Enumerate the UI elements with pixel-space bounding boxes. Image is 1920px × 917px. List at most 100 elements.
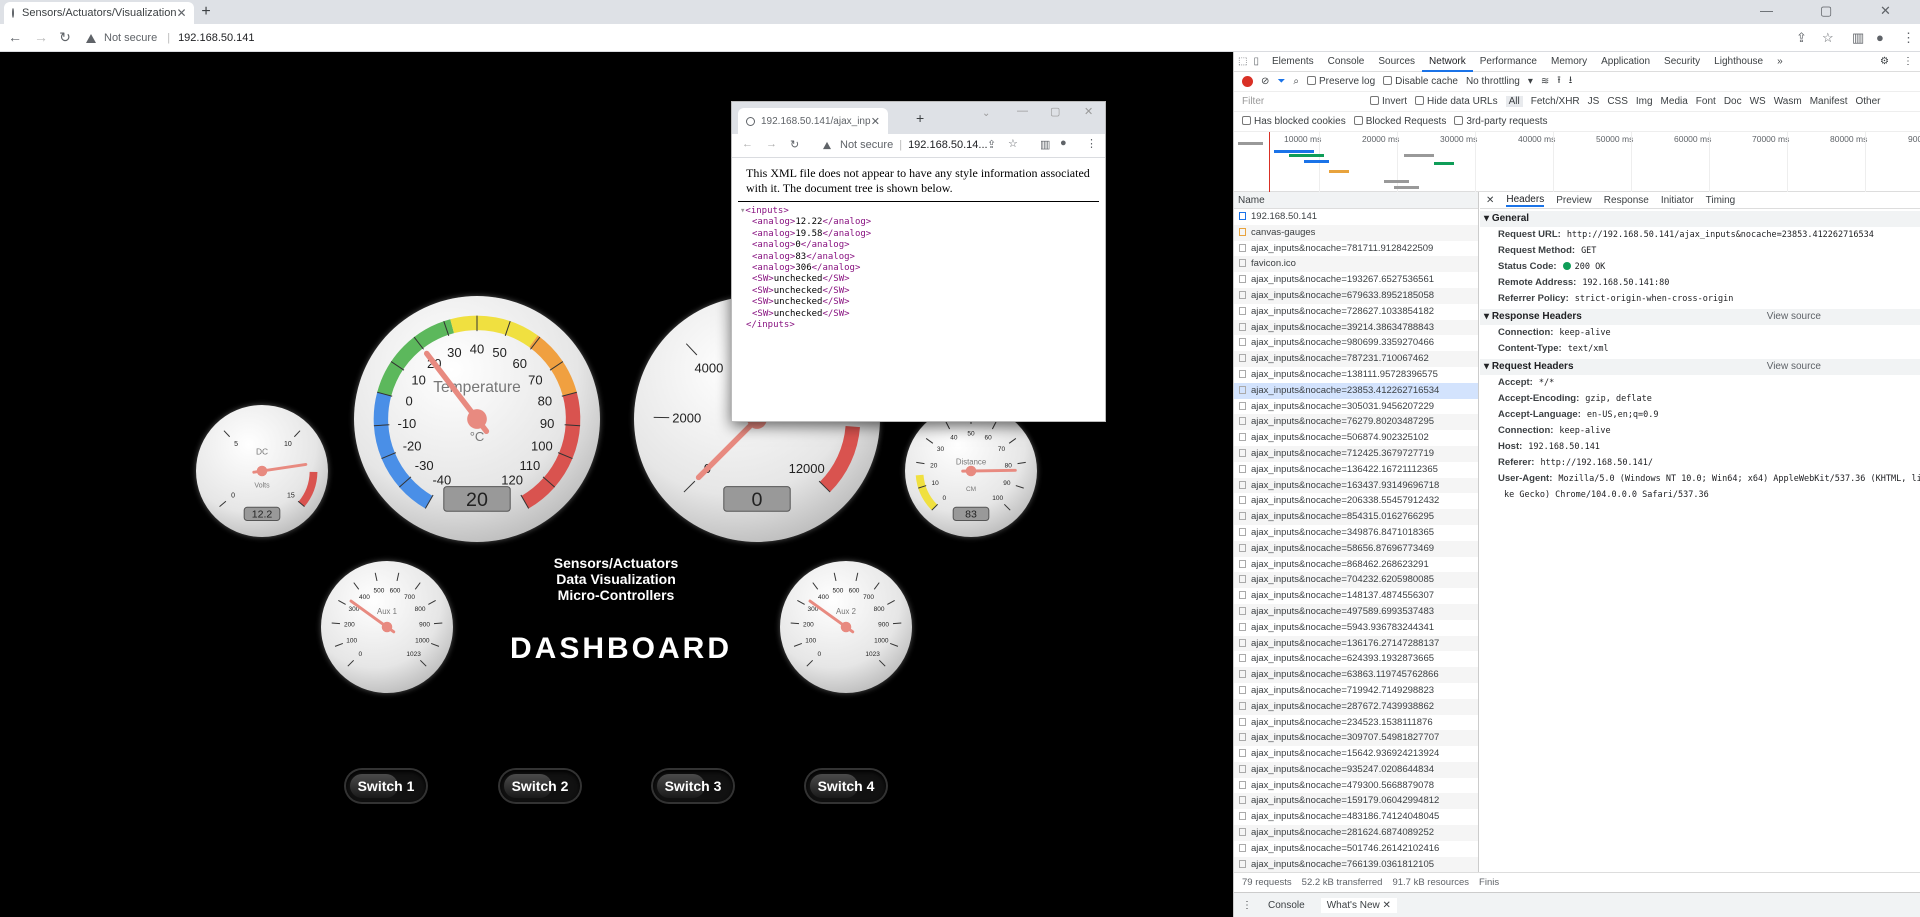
preserve-log-checkbox[interactable]: Preserve log [1307, 76, 1375, 87]
detail-tab-initiator[interactable]: Initiator [1661, 195, 1694, 206]
request-row[interactable]: ajax_inputs&nocache=479300.5668879078 [1234, 778, 1478, 794]
menu-icon[interactable]: ⋮ [1902, 30, 1915, 46]
request-row[interactable]: 192.168.50.141 [1234, 209, 1478, 225]
request-row[interactable]: ajax_inputs&nocache=136176.27147288137 [1234, 635, 1478, 652]
type-filter-img[interactable]: Img [1636, 96, 1653, 107]
detail-tab-headers[interactable]: Headers [1506, 194, 1545, 207]
back-icon[interactable]: ← [742, 138, 753, 150]
type-filter-fetchxhr[interactable]: Fetch/XHR [1531, 96, 1580, 107]
devtools-tab-memory[interactable]: Memory [1544, 52, 1594, 72]
request-row[interactable]: ajax_inputs&nocache=305031.9456207229 [1234, 399, 1478, 415]
request-row[interactable]: favicon.ico [1234, 256, 1478, 273]
upload-icon[interactable]: ⭱ [1557, 73, 1561, 90]
type-filter-css[interactable]: CSS [1607, 96, 1628, 107]
drawer-tab-whats-new[interactable]: What's New ✕ [1320, 897, 1397, 913]
type-filter-font[interactable]: Font [1696, 96, 1716, 107]
request-row[interactable]: ajax_inputs&nocache=15642.936924213924 [1234, 746, 1478, 762]
view-source-link[interactable]: View source [1767, 309, 1821, 325]
reload-icon[interactable]: ↻ [56, 29, 74, 46]
filter-icon[interactable]: ⏷ [1277, 76, 1285, 87]
chevron-down-icon[interactable]: ▾ [1528, 76, 1533, 87]
profile-icon[interactable]: ● [1876, 30, 1884, 45]
type-filter-all[interactable]: All [1505, 96, 1523, 107]
request-row[interactable]: ajax_inputs&nocache=980699.3359270466 [1234, 335, 1478, 351]
third-party-checkbox[interactable]: 3rd-party requests [1454, 116, 1547, 127]
back-icon[interactable]: ← [6, 29, 24, 45]
close-window-icon[interactable]: ✕ [1084, 105, 1093, 118]
request-row[interactable]: ajax_inputs&nocache=23853.412262716534 [1234, 382, 1478, 399]
more-tabs-icon[interactable]: » [1770, 52, 1790, 72]
popup-url-text[interactable]: 192.168.50.14... [908, 139, 988, 151]
bookmark-star-icon[interactable]: ☆ [1822, 30, 1834, 46]
request-row[interactable]: ajax_inputs&nocache=206338.55457912432 [1234, 493, 1478, 509]
device-icon[interactable]: ▯ [1253, 56, 1259, 67]
response-headers-section[interactable]: ▾ Response Headers View source [1480, 309, 1920, 325]
hide-data-urls-checkbox[interactable]: Hide data URLs [1415, 96, 1498, 107]
request-row[interactable]: ajax_inputs&nocache=63863.119745762866 [1234, 667, 1478, 683]
close-tab-icon[interactable]: ✕ [177, 6, 187, 20]
devtools-tab-elements[interactable]: Elements [1265, 52, 1321, 72]
close-tab-icon[interactable]: ✕ [871, 115, 880, 128]
general-section[interactable]: ▾ General [1480, 211, 1920, 227]
drawer-menu-icon[interactable]: ⋮ [1242, 900, 1252, 911]
url-text[interactable]: 192.168.50.141 [178, 32, 254, 44]
browser-tab[interactable]: Sensors/Actuators/Visualization ✕ [4, 2, 194, 24]
request-row[interactable]: ajax_inputs&nocache=136422.16721112365 [1234, 462, 1478, 478]
request-row[interactable]: ajax_inputs&nocache=39214.38634788843 [1234, 319, 1478, 336]
request-row[interactable]: ajax_inputs&nocache=766139.0361812105 [1234, 856, 1478, 872]
request-row[interactable]: ajax_inputs&nocache=159179.06042994812 [1234, 793, 1478, 810]
type-filter-doc[interactable]: Doc [1724, 96, 1742, 107]
maximize-icon[interactable]: ▢ [1820, 3, 1832, 19]
reload-icon[interactable]: ↻ [790, 138, 799, 151]
disable-cache-checkbox[interactable]: Disable cache [1383, 76, 1458, 87]
gear-icon[interactable]: ⚙ [1873, 52, 1896, 72]
request-row[interactable]: ajax_inputs&nocache=679633.8952185058 [1234, 287, 1478, 304]
devtools-tab-network[interactable]: Network [1422, 52, 1473, 72]
filter-input[interactable]: Filter [1242, 96, 1362, 107]
close-icon[interactable]: ✕ [1486, 195, 1494, 206]
address-bar[interactable]: Not secure | 192.168.50.141 [86, 28, 1816, 48]
devtools-menu-icon[interactable]: ⋮ [1896, 52, 1920, 72]
request-row[interactable]: ajax_inputs&nocache=234523.1538111876 [1234, 715, 1478, 731]
new-tab-button[interactable]: + [196, 3, 216, 21]
type-filter-js[interactable]: JS [1588, 96, 1600, 107]
request-row[interactable]: ajax_inputs&nocache=5943.936783244341 [1234, 620, 1478, 636]
request-row[interactable]: ajax_inputs&nocache=349876.8471018365 [1234, 525, 1478, 541]
side-panel-icon[interactable]: ▥ [1852, 30, 1864, 46]
detail-tab-timing[interactable]: Timing [1706, 195, 1736, 206]
devtools-tab-lighthouse[interactable]: Lighthouse [1707, 52, 1770, 72]
devtools-tab-application[interactable]: Application [1594, 52, 1657, 72]
new-tab-button[interactable]: + [916, 110, 924, 126]
inspect-icon[interactable]: ⬚ [1238, 56, 1247, 67]
devtools-tab-performance[interactable]: Performance [1473, 52, 1544, 72]
record-icon[interactable] [1242, 76, 1253, 87]
request-row[interactable]: ajax_inputs&nocache=935247.0208644834 [1234, 761, 1478, 778]
devtools-tab-sources[interactable]: Sources [1371, 52, 1422, 72]
request-row[interactable]: ajax_inputs&nocache=781711.9128422509 [1234, 241, 1478, 257]
request-row[interactable]: canvas-gauges [1234, 224, 1478, 241]
minimize-icon[interactable]: — [1760, 3, 1773, 18]
close-window-icon[interactable]: ✕ [1880, 3, 1891, 19]
throttling-select[interactable]: No throttling [1466, 76, 1520, 87]
request-row[interactable]: ajax_inputs&nocache=138111.95728396575 [1234, 367, 1478, 383]
has-blocked-cookies-checkbox[interactable]: Has blocked cookies [1242, 116, 1346, 127]
share-icon[interactable]: ⇪ [1796, 30, 1807, 46]
name-column-header[interactable]: Name [1234, 192, 1478, 209]
bookmark-star-icon[interactable]: ☆ [1008, 137, 1018, 150]
request-row[interactable]: ajax_inputs&nocache=483186.74124048045 [1234, 809, 1478, 825]
request-row[interactable]: ajax_inputs&nocache=76279.80203487295 [1234, 414, 1478, 431]
request-row[interactable]: ajax_inputs&nocache=497589.6993537483 [1234, 603, 1478, 620]
side-panel-icon[interactable]: ▥ [1040, 138, 1050, 151]
invert-checkbox[interactable]: Invert [1370, 96, 1407, 107]
forward-icon[interactable]: → [766, 138, 777, 150]
wifi-icon[interactable]: ≋ [1541, 76, 1549, 87]
request-row[interactable]: ajax_inputs&nocache=719942.7149298823 [1234, 683, 1478, 699]
request-row[interactable]: ajax_inputs&nocache=287672.7439938862 [1234, 698, 1478, 715]
request-row[interactable]: ajax_inputs&nocache=624393.1932873665 [1234, 651, 1478, 667]
devtools-tab-security[interactable]: Security [1657, 52, 1707, 72]
forward-icon[interactable]: → [32, 29, 50, 45]
devtools-tab-console[interactable]: Console [1321, 52, 1372, 72]
clear-icon[interactable]: ⊘ [1261, 76, 1269, 87]
request-row[interactable]: ajax_inputs&nocache=58656.87696773469 [1234, 540, 1478, 557]
request-row[interactable]: ajax_inputs&nocache=854315.0162766295 [1234, 509, 1478, 525]
